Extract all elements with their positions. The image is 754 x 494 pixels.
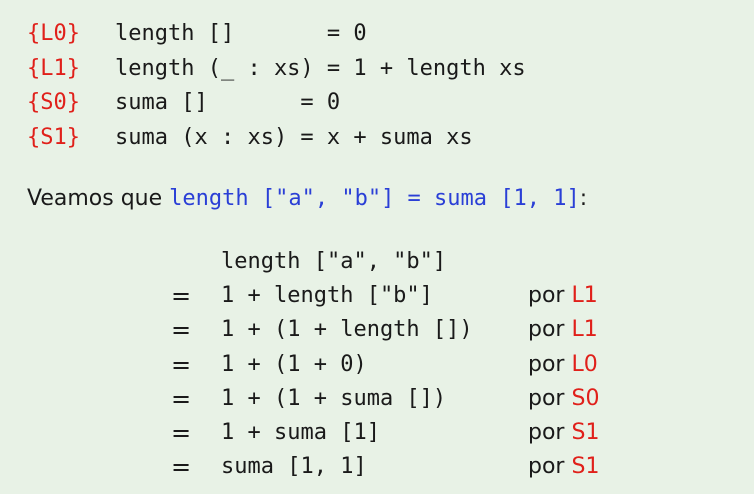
definition-tag: {S1}: [27, 125, 80, 150]
por-label: por: [528, 420, 565, 445]
intro-prefix: Veamos que: [27, 186, 170, 211]
definition-code: suma (x : xs) = x + suma xs: [115, 125, 473, 150]
step-expression: suma [1, 1]: [221, 454, 367, 479]
step-justification: por S0: [528, 382, 599, 416]
step-reference: L1: [571, 283, 598, 308]
derivation-start-row: length ["a", "b"]: [0, 245, 754, 279]
derivation-start-expression: length ["a", "b"]: [221, 249, 447, 274]
por-label: por: [528, 283, 565, 308]
definition-tag: {L1}: [27, 56, 80, 81]
intro-suffix: :: [579, 186, 588, 211]
definition-s1: {S1} suma (x : xs) = x + suma xs: [27, 121, 473, 155]
definition-code: suma [] = 0: [115, 90, 341, 115]
definition-l0: {L0} length [] = 0: [27, 17, 367, 51]
equals-sign: =: [170, 419, 192, 447]
equals-sign: =: [170, 351, 192, 379]
derivation-step: = 1 + length ["b"] por L1: [0, 279, 754, 313]
por-label: por: [528, 454, 565, 479]
derivation-step: = 1 + (1 + 0) por L0: [0, 348, 754, 382]
step-expression: 1 + suma [1]: [221, 420, 380, 445]
step-expression: 1 + (1 + suma []): [221, 386, 447, 411]
equals-sign: =: [170, 316, 192, 344]
step-justification: por S1: [528, 450, 599, 484]
step-reference: L1: [571, 317, 598, 342]
step-expression: 1 + (1 + 0): [221, 352, 367, 377]
derivation-step: = suma [1, 1] por S1: [0, 450, 754, 484]
step-reference: S0: [571, 386, 600, 411]
step-justification: por L1: [528, 313, 598, 347]
derivation-step: = 1 + (1 + length []) por L1: [0, 313, 754, 347]
definition-l1: {L1} length (_ : xs) = 1 + length xs: [27, 52, 526, 86]
step-reference: L0: [571, 352, 598, 377]
equals-sign: =: [170, 282, 192, 310]
intro-sentence: Veamos que length ["a", "b"] = suma [1, …: [27, 182, 587, 216]
step-reference: S1: [571, 420, 600, 445]
definition-code: length (_ : xs) = 1 + length xs: [115, 56, 526, 81]
derivation-step: = 1 + (1 + suma []) por S0: [0, 382, 754, 416]
equals-sign: =: [170, 453, 192, 481]
step-expression: 1 + length ["b"]: [221, 283, 433, 308]
equals-sign: =: [170, 385, 192, 413]
por-label: por: [528, 386, 565, 411]
step-justification: por S1: [528, 416, 599, 450]
derivation-step: = 1 + suma [1] por S1: [0, 416, 754, 450]
step-justification: por L0: [528, 348, 598, 382]
definition-s0: {S0} suma [] = 0: [27, 86, 340, 120]
por-label: por: [528, 352, 565, 377]
step-expression: 1 + (1 + length []): [221, 317, 473, 342]
step-justification: por L1: [528, 279, 598, 313]
por-label: por: [528, 317, 565, 342]
definition-tag: {S0}: [27, 90, 80, 115]
definition-tag: {L0}: [27, 21, 80, 46]
intro-inline-code: length ["a", "b"] = suma [1, 1]: [169, 186, 580, 211]
definition-code: length [] = 0: [115, 21, 367, 46]
step-reference: S1: [571, 454, 600, 479]
